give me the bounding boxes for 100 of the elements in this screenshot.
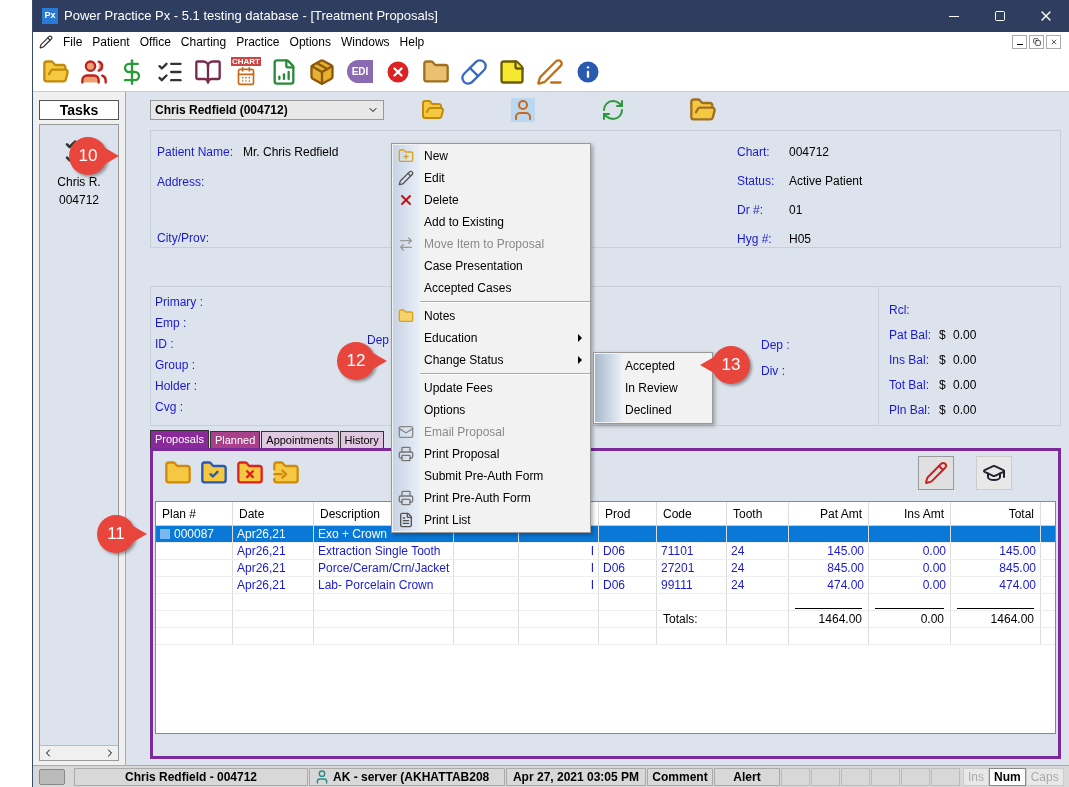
menu-item[interactable]: Options	[289, 33, 331, 51]
field-label: Status:	[737, 173, 776, 190]
table-cell-text: 71101	[661, 543, 694, 560]
table-cell-text: 000087	[174, 526, 215, 543]
folder-plus-icon	[164, 459, 192, 487]
menu-item[interactable]: Submit Pre-Auth Form	[392, 465, 590, 487]
app-logo: Px	[42, 8, 58, 24]
currency-sign: $	[939, 377, 947, 393]
field-label: Hyg #:	[737, 231, 773, 248]
tasks-header: Tasks	[39, 100, 119, 120]
menu-item[interactable]: Add to Existing	[392, 211, 590, 233]
menu-item[interactable]: Delete	[392, 189, 590, 211]
table-cell-text: I	[590, 560, 594, 577]
minimize-icon	[949, 15, 959, 17]
table-row[interactable]: 000087 Apr26,21 Exo + Crown	[156, 526, 1055, 543]
folder-icon	[421, 98, 445, 122]
menu-item[interactable]: Practice	[236, 33, 280, 51]
menu-item[interactable]: Notes	[392, 305, 590, 327]
table-cell-text: 845.00	[999, 560, 1036, 577]
printer-icon	[398, 490, 414, 506]
field-label: Dep :	[761, 337, 790, 354]
status-cell	[781, 767, 810, 786]
close-button[interactable]	[1046, 35, 1061, 49]
key-indicator: Ins	[963, 767, 989, 786]
column-header: Plan #	[162, 505, 197, 523]
maximize-icon	[994, 10, 1006, 22]
field-value: H05	[789, 231, 811, 248]
folder-check-icon	[200, 459, 228, 487]
field-label: Dr #:	[737, 202, 764, 219]
menu-item[interactable]: Windows	[340, 33, 390, 51]
table-cell-text: 145.00	[827, 543, 864, 560]
table-cell-text: D06	[603, 560, 625, 577]
column-header: Description	[320, 505, 381, 523]
patient-dropdown[interactable]: Chris Redfield (004712)	[150, 100, 384, 120]
currency-sign: $	[939, 327, 947, 343]
menu-item[interactable]: Print Proposal	[392, 443, 590, 465]
table-cell-text: Apr26,21	[237, 560, 286, 577]
field-label: Emp :	[155, 315, 187, 330]
menu-item[interactable]: New	[392, 145, 590, 167]
menu-item[interactable]: Accepted Cases	[392, 277, 590, 299]
tab[interactable]: Appointments	[261, 431, 339, 448]
folder-icon	[398, 308, 414, 324]
education-button[interactable]	[976, 456, 1012, 490]
refresh-icon	[601, 98, 625, 122]
table-cell-text: 474.00	[999, 577, 1036, 594]
row-marker	[160, 529, 170, 539]
table-cell-text: D06	[603, 543, 625, 560]
folder-x-icon	[236, 459, 264, 487]
tab[interactable]: Proposals	[150, 430, 209, 448]
column-header: Code	[663, 505, 692, 523]
menu-item[interactable]: File	[63, 33, 83, 51]
field-label: Address:	[157, 174, 206, 191]
field-label: Holder :	[155, 378, 198, 393]
table-row[interactable]: Apr26,21 Lab- Porcelain Crown I D06 99111 24 474.00 0.00 474.00	[156, 577, 1055, 594]
tab[interactable]: History	[339, 431, 384, 448]
menu-item[interactable]: Education	[392, 327, 590, 349]
menu-item[interactable]: Patient	[92, 33, 130, 51]
menu-item[interactable]: Edit	[392, 167, 590, 189]
field-value: Mr. Chris Redfield	[243, 144, 339, 161]
status-cell	[871, 767, 900, 786]
field-value: Active Patient	[789, 173, 863, 190]
field-value: 0.00	[953, 327, 977, 343]
status-cell	[841, 767, 870, 786]
restore-button[interactable]	[1029, 35, 1044, 49]
tab[interactable]: Planned	[209, 431, 261, 448]
menu-item[interactable]: Change Status	[392, 349, 590, 371]
submenu-arrow-icon	[578, 356, 582, 364]
column-header: Prod	[605, 505, 631, 523]
erase-button[interactable]	[918, 456, 954, 490]
folder-plus-icon	[398, 148, 414, 164]
field-value: 004712	[789, 144, 830, 161]
menu-item[interactable]: Declined	[594, 399, 712, 421]
chart-button[interactable]: CHART	[229, 54, 263, 89]
menu-item[interactable]: Print Pre-Auth Form	[392, 487, 590, 509]
field-label: City/Prov:	[157, 230, 210, 247]
field-label: Ins Bal:	[889, 352, 931, 368]
table-cell-text: Porce/Ceram/Crn/Jacket	[318, 560, 450, 577]
minimize-button[interactable]	[1012, 35, 1027, 49]
table-cell-text: I	[590, 577, 594, 594]
table-row[interactable]: Apr26,21 Porce/Ceram/Crn/Jacket I D06 27201 24 845.00 0.00 845.00	[156, 560, 1055, 577]
field-value: 01	[789, 202, 803, 219]
field-value: 0.00	[953, 377, 977, 393]
field-label: Chart:	[737, 144, 771, 161]
menu-item[interactable]: Office	[139, 33, 171, 51]
table-cell-text: 0.00	[922, 543, 946, 560]
people-icon	[80, 57, 108, 86]
person-icon	[511, 98, 535, 122]
table-cell-text: D06	[603, 577, 625, 594]
table-cell-text: Extraction Single Tooth	[318, 543, 441, 560]
menu-item[interactable]: Update Fees	[392, 377, 590, 399]
table-cell-text: Apr26,21	[237, 526, 286, 543]
printer-icon	[398, 446, 414, 462]
menu-item[interactable]: Help	[399, 33, 425, 51]
column-header: Ins Amt	[904, 505, 944, 523]
menu-item[interactable]: Charting	[180, 33, 227, 51]
menu-item[interactable]: Case Presentation	[392, 255, 590, 277]
field-label: Tot Bal:	[889, 377, 931, 393]
table-row[interactable]: Apr26,21 Extraction Single Tooth I D06 71101 24 145.00 0.00 145.00	[156, 543, 1055, 560]
menu-item[interactable]: Options	[392, 399, 590, 421]
status-cell: Chris Redfield - 004712	[74, 767, 308, 786]
